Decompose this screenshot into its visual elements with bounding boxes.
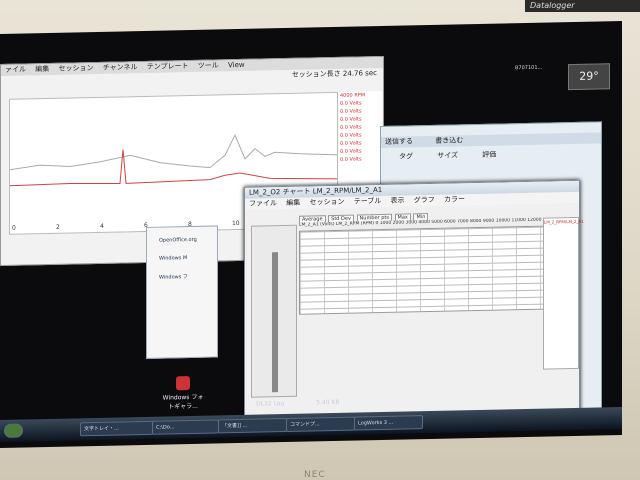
- channel-list-header: LM_2_RPM/LM_2_A1: [544, 218, 584, 225]
- menu-template[interactable]: テンプレート: [147, 62, 189, 71]
- x-tick: 2: [56, 224, 60, 231]
- taskbar-item[interactable]: 文字トレイ・...: [80, 420, 153, 437]
- start-item[interactable]: Windows M: [147, 254, 217, 262]
- explorer-column-headers: タグ サイズ 評価: [381, 147, 601, 163]
- laptop-screen: ァイル 編集 セッション チャンネル テンプレート ツール View セッション…: [0, 20, 622, 449]
- taskbar-item[interactable]: C:\Do...: [152, 419, 219, 435]
- sticker-logo: Datalogger: [525, 0, 640, 12]
- menu-file[interactable]: ファイル: [249, 199, 277, 208]
- weather-gadget[interactable]: 29°: [568, 63, 610, 91]
- taskbar-item[interactable]: LogWorks 3 ...: [354, 415, 423, 431]
- x-tick: 10: [232, 220, 240, 227]
- column-size[interactable]: サイズ: [437, 150, 458, 161]
- menu-session[interactable]: セッション: [58, 64, 93, 73]
- toolbar-burn[interactable]: 書き込む: [435, 136, 463, 145]
- channel-list[interactable]: LM_2_RPM/LM_2_A1: [543, 216, 584, 370]
- file-name: DL32 Log: [256, 400, 285, 408]
- menu-tools[interactable]: ツール: [198, 61, 219, 69]
- menu-color[interactable]: カラー: [444, 195, 465, 203]
- photo-gallery-icon: [176, 376, 190, 391]
- start-menu: OpenOffice.org Windows M Windows フ: [146, 225, 218, 359]
- column-tag[interactable]: タグ: [399, 151, 413, 162]
- x-tick: 4: [100, 223, 104, 230]
- taskbar-item[interactable]: コマンドプ...: [286, 416, 355, 433]
- toolbar-send[interactable]: 送信する: [385, 137, 413, 146]
- scale-slider[interactable]: [272, 252, 278, 393]
- menu-channel[interactable]: チャンネル: [103, 63, 138, 72]
- session-length-label: セッション長さ: [291, 69, 341, 79]
- start-item[interactable]: Windows フ: [147, 272, 217, 281]
- desktop-icon-photo-gallery[interactable]: Windows フォトギャラ...: [162, 376, 204, 413]
- start-item[interactable]: OpenOffice.org: [147, 236, 217, 244]
- menu-session[interactable]: セッション: [309, 198, 344, 207]
- x-tick: 0: [12, 225, 16, 232]
- file-size: 5.40 KB: [316, 398, 340, 407]
- menu-edit[interactable]: 編集: [286, 199, 300, 207]
- desktop-icon-label: Windows フォトギャラ...: [162, 393, 204, 411]
- brand-logo: NEC: [304, 470, 326, 480]
- trace-volts: [9, 133, 341, 171]
- trace-rpm: [9, 149, 341, 187]
- data-table-grid[interactable]: [299, 225, 545, 315]
- color-scale-panel: [251, 224, 297, 398]
- explorer-toolbar: 送信する 書き込む: [381, 132, 601, 149]
- column-rating[interactable]: 評価: [482, 150, 496, 161]
- legend-item: 0.0 Volts: [340, 156, 362, 163]
- menu-view[interactable]: View: [228, 61, 245, 69]
- start-button[interactable]: [4, 423, 23, 438]
- menu-table[interactable]: テーブル: [354, 197, 382, 206]
- menu-edit[interactable]: 編集: [35, 65, 49, 73]
- chart-table-window[interactable]: LM_2_O2 チャート LM_2_RPM/LM_2_A1 ファイル 編集 セッ…: [244, 179, 584, 419]
- menu-file[interactable]: ァイル: [5, 65, 26, 73]
- gadget-label: B707101...: [515, 64, 543, 72]
- session-length-value: 24.76 sec: [342, 69, 377, 78]
- menu-graph[interactable]: グラフ: [414, 196, 435, 204]
- menu-view[interactable]: 表示: [391, 197, 405, 205]
- taskbar-item[interactable]: 「文書]] ...: [218, 417, 287, 434]
